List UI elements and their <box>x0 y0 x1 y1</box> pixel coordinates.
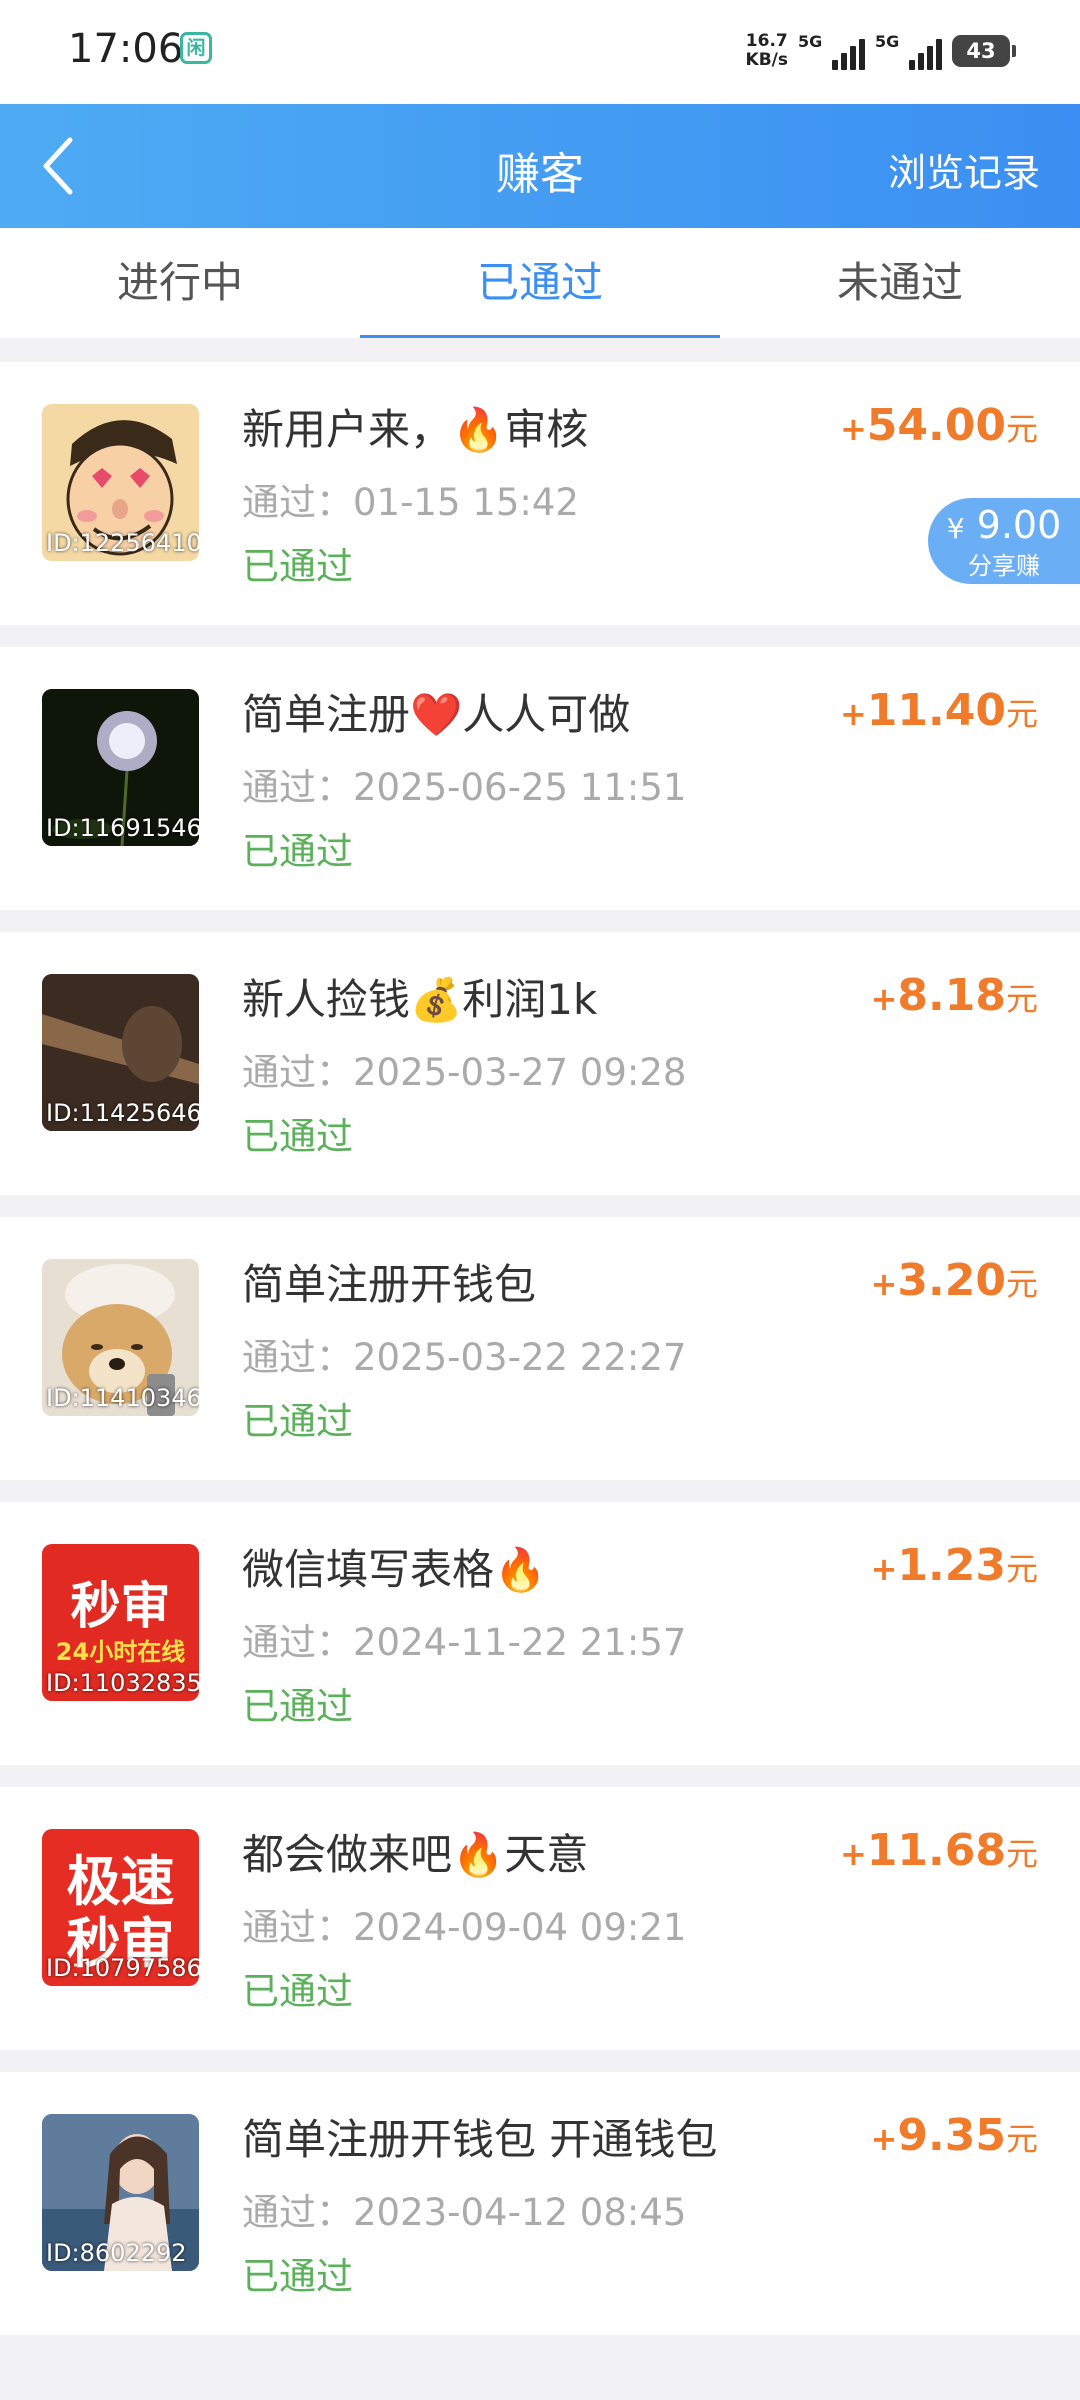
reward-amount: +54.00元 <box>839 400 1038 451</box>
thumbnail-caption-main: 秒审 <box>70 1577 171 1635</box>
task-title: 简单注册开钱包 开通钱包 <box>242 2115 718 2164</box>
divider <box>0 338 1080 362</box>
task-id: ID:11691546 <box>46 814 199 842</box>
task-id: ID:10797586 <box>46 1954 199 1982</box>
status-time: 17:06 <box>68 26 184 72</box>
list-item[interactable]: ID:12256410 新用户来，🔥审核 通过：01-15 15:42 已通过 … <box>0 362 1080 625</box>
app-header: 赚客 浏览记录 <box>0 104 1080 228</box>
thumbnail-caption-sub: 24小时在线 <box>55 1638 186 1666</box>
status-text: 已通过 <box>242 2255 353 2298</box>
list-item[interactable]: ID:11425646 新人捡钱💰利润1k 通过：2025-03-27 09:2… <box>0 932 1080 1195</box>
task-id: ID:11032835 <box>46 1669 199 1697</box>
task-thumbnail: ID:11410346 <box>42 1259 199 1416</box>
status-text: 已通过 <box>242 1400 353 1443</box>
task-thumbnail: ID:11691546 <box>42 689 199 846</box>
browse-history-button[interactable]: 浏览记录 <box>888 142 1040 197</box>
pass-time: 通过：2024-09-04 09:21 <box>242 1906 687 1949</box>
task-title: 微信填写表格🔥 <box>242 1545 547 1594</box>
task-title: 简单注册❤️人人可做 <box>242 690 631 739</box>
task-list: ID:12256410 新用户来，🔥审核 通过：01-15 15:42 已通过 … <box>0 362 1080 2357</box>
reward-amount: +9.35元 <box>870 2110 1038 2161</box>
task-id: ID:8602292 <box>46 2239 187 2267</box>
pass-time: 通过：01-15 15:42 <box>242 481 579 524</box>
tab-in-progress[interactable]: 进行中 <box>0 228 360 338</box>
task-id: ID:12256410 <box>46 529 199 557</box>
pass-time: 通过：2025-06-25 11:51 <box>242 766 687 809</box>
status-text: 已通过 <box>242 1115 353 1158</box>
task-id: ID:11410346 <box>46 1384 199 1412</box>
task-thumbnail: 秒审 24小时在线 ID:11032835 <box>42 1544 199 1701</box>
task-title: 简单注册开钱包 <box>242 1260 537 1309</box>
reward-amount: +11.68元 <box>839 1825 1038 1876</box>
tab-passed[interactable]: 已通过 <box>360 228 720 338</box>
status-text: 已通过 <box>242 1970 353 2013</box>
list-item[interactable]: ID:11691546 简单注册❤️人人可做 通过：2025-06-25 11:… <box>0 647 1080 910</box>
pass-time: 通过：2024-11-22 21:57 <box>242 1621 687 1664</box>
task-thumbnail: 极速 秒审 ID:10797586 <box>42 1829 199 1986</box>
task-thumbnail: ID:11425646 <box>42 974 199 1131</box>
status-tabs: 进行中 已通过 未通过 <box>0 228 1080 338</box>
task-title: 都会做来吧🔥天意 <box>242 1830 589 1879</box>
task-title: 新人捡钱💰利润1k <box>242 975 598 1024</box>
reward-amount: +1.23元 <box>870 1540 1038 1591</box>
list-item[interactable]: ID:11410346 简单注册开钱包 通过：2025-03-22 22:27 … <box>0 1217 1080 1480</box>
status-text: 已通过 <box>242 1685 353 1728</box>
battery-icon: 43 <box>952 35 1016 67</box>
task-title: 新用户来，🔥审核 <box>242 405 589 454</box>
tab-not-passed[interactable]: 未通过 <box>720 228 1080 338</box>
list-item[interactable]: ID:8602292 简单注册开钱包 开通钱包 通过：2023-04-12 08… <box>0 2072 1080 2335</box>
status-text: 已通过 <box>242 545 353 588</box>
pass-time: 通过：2025-03-27 09:28 <box>242 1051 687 1094</box>
status-text: 已通过 <box>242 830 353 873</box>
status-indicators: 16.7 KB/s 5G 5G 43 <box>745 26 1016 76</box>
share-earn-badge[interactable]: ¥ 9.00 分享赚 <box>928 498 1080 584</box>
status-bar: 17:06 闲 16.7 KB/s 5G 5G 43 <box>0 0 1080 104</box>
list-item[interactable]: 极速 秒审 ID:10797586 都会做来吧🔥天意 通过：2024-09-04… <box>0 1787 1080 2050</box>
task-thumbnail: ID:12256410 <box>42 404 199 561</box>
pass-time: 通过：2023-04-12 08:45 <box>242 2191 687 2234</box>
pass-time: 通过：2025-03-22 22:27 <box>242 1336 687 1379</box>
reward-amount: +11.40元 <box>839 685 1038 736</box>
network-speed: 16.7 KB/s <box>745 31 788 70</box>
task-id: ID:11425646 <box>46 1099 199 1127</box>
task-thumbnail: ID:8602292 <box>42 2114 199 2271</box>
signal-icon-sim1: 5G <box>798 32 865 70</box>
reward-amount: +3.20元 <box>870 1255 1038 1306</box>
signal-icon-sim2: 5G <box>875 32 942 70</box>
app-notification-icon: 闲 <box>180 32 212 64</box>
reward-amount: +8.18元 <box>870 970 1038 1021</box>
list-item[interactable]: 秒审 24小时在线 ID:11032835 微信填写表格🔥 通过：2024-11… <box>0 1502 1080 1765</box>
